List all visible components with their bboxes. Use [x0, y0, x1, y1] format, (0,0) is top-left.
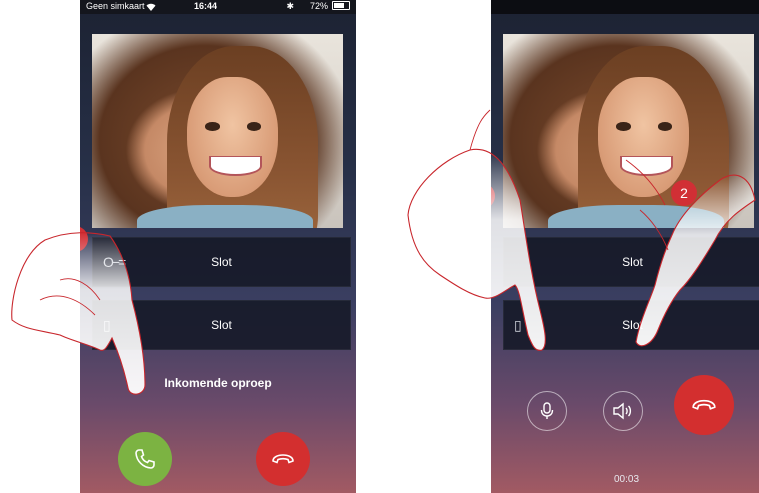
clock-text: 16:44 [194, 1, 218, 11]
accept-call-button[interactable] [118, 432, 172, 486]
slot-label: Slot [211, 255, 232, 269]
reject-call-button[interactable] [256, 432, 310, 486]
phone-screen-incoming-call: Geen simkaart 16:44 ✱ 72% O−= Slot ▯ Slo… [80, 0, 356, 493]
end-call-button[interactable] [674, 375, 734, 435]
slot-label: Slot [622, 318, 643, 332]
microphone-icon [540, 402, 554, 419]
slot-button-door[interactable]: ▯ Slot [503, 300, 759, 350]
key-icon: O−= [103, 254, 126, 270]
slot-button-door[interactable]: ▯ Slot [92, 300, 351, 350]
door-icon: ▯ [514, 317, 522, 333]
step-badge-2: 2 [671, 180, 697, 206]
camera-video-feed [92, 34, 343, 228]
door-icon: ▯ [103, 317, 111, 333]
carrier-text: Geen simkaart [86, 1, 145, 11]
speaker-icon [613, 402, 632, 420]
slot-label: Slot [622, 255, 643, 269]
camera-video-feed [503, 34, 754, 228]
slot-label: Slot [211, 318, 232, 332]
bluetooth-icon: ✱ [286, 1, 294, 11]
status-bar: Geen simkaart 16:44 ✱ 72% [80, 0, 356, 14]
slot-button-lock[interactable]: O−= Slot [92, 237, 351, 287]
step-badge-3: 3 [491, 183, 495, 209]
phone-screen-active-call: Slot ▯ Slot 00:03 3 2 [491, 0, 759, 493]
incoming-call-label: Inkomende oproep [164, 376, 272, 390]
phone-accept-icon [135, 449, 155, 469]
wifi-icon [146, 3, 156, 11]
phone-hangup-icon [692, 399, 716, 410]
call-timer: 00:03 [613, 474, 640, 485]
phone-hangup-icon [272, 454, 294, 464]
microphone-button[interactable] [527, 391, 567, 431]
step-badge-1: 1 [80, 226, 88, 252]
status-bar [491, 0, 759, 14]
slot-button-lock[interactable]: Slot [503, 237, 759, 287]
battery-percent: 72% [309, 1, 328, 11]
speaker-button[interactable] [603, 391, 643, 431]
battery-icon [332, 1, 350, 10]
